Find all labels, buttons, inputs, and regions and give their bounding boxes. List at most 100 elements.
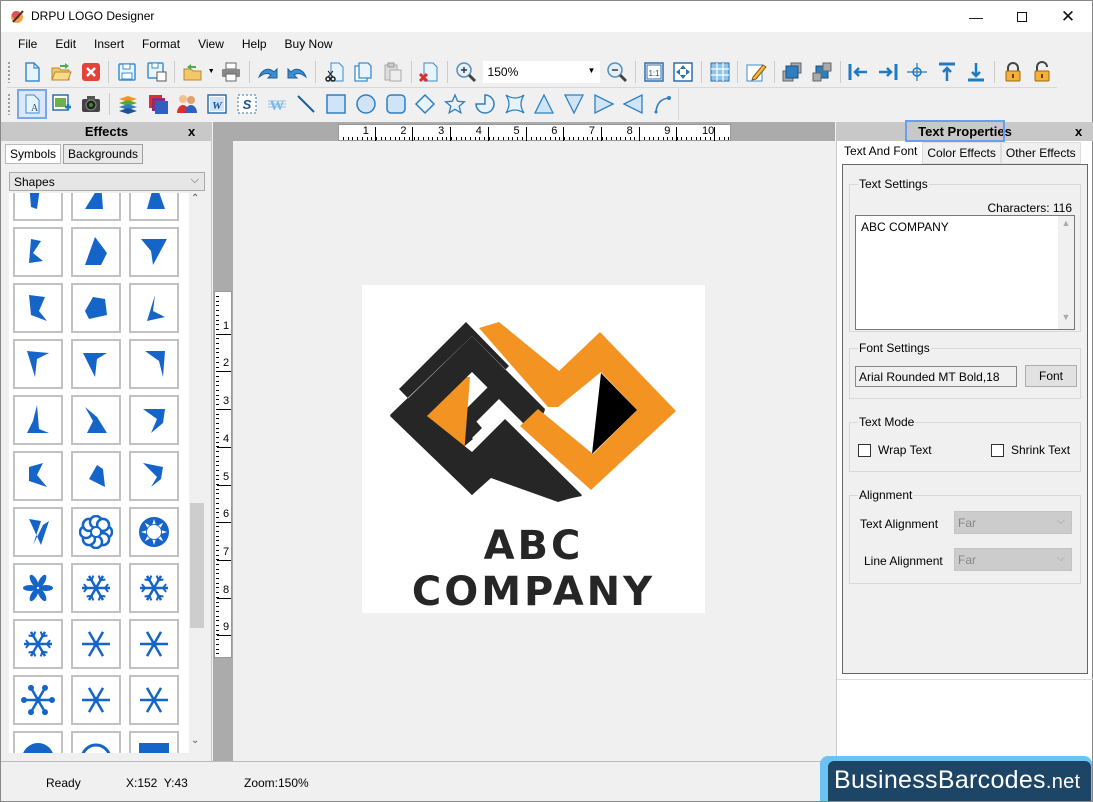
symbol-item-shape-14[interactable] xyxy=(71,395,121,445)
symbol-item-snowflake-1[interactable] xyxy=(13,563,63,613)
zoom-in-button[interactable] xyxy=(453,59,478,85)
symbol-item-shape-5[interactable] xyxy=(71,227,121,277)
export-dropdown-icon[interactable]: ▼ xyxy=(208,68,215,75)
symbol-item-sun-ring[interactable] xyxy=(129,507,179,557)
menu-insert[interactable]: Insert xyxy=(85,37,133,51)
close-document-button[interactable] xyxy=(78,59,103,85)
maximize-button[interactable] xyxy=(999,1,1045,32)
close-text-properties-icon[interactable]: x xyxy=(1075,122,1082,141)
checkbox-icon[interactable] xyxy=(991,443,1004,457)
send-to-back-button[interactable] xyxy=(809,59,834,85)
pie-tool-button[interactable] xyxy=(472,91,498,117)
scroll-up-icon[interactable]: ⌃ xyxy=(191,193,199,204)
camera-button[interactable] xyxy=(78,91,104,117)
export-button[interactable] xyxy=(180,59,205,85)
symbol-item-shape-2[interactable] xyxy=(71,193,121,221)
shrink-text-checkbox[interactable]: Shrink Text xyxy=(991,443,1070,457)
open-button[interactable] xyxy=(48,59,73,85)
zoom-level-select[interactable]: 150% ▼ xyxy=(482,60,601,83)
symbol-item-snowflake-7[interactable] xyxy=(13,675,63,725)
menu-view[interactable]: View xyxy=(189,37,233,51)
symbol-item-snowflake-8[interactable] xyxy=(71,675,121,725)
copy-button[interactable] xyxy=(351,59,376,85)
wrap-text-checkbox[interactable]: Wrap Text xyxy=(858,443,932,457)
symbol-item-shape-10[interactable] xyxy=(13,339,63,389)
triangle-left-tool-button[interactable] xyxy=(621,91,647,117)
symbol-item-shape-8[interactable] xyxy=(71,283,121,333)
zoom-out-button[interactable] xyxy=(604,59,629,85)
symbol-item-square[interactable] xyxy=(129,731,179,753)
symbol-item-shape-7[interactable] xyxy=(13,283,63,333)
undo-button[interactable] xyxy=(255,59,280,85)
delete-button[interactable] xyxy=(417,59,442,85)
menu-help[interactable]: Help xyxy=(233,37,276,51)
edit-properties-button[interactable] xyxy=(743,59,768,85)
print-button[interactable] xyxy=(219,59,244,85)
rounded-rectangle-tool-button[interactable] xyxy=(383,91,409,117)
paste-button[interactable] xyxy=(380,59,405,85)
align-top-button[interactable] xyxy=(934,59,959,85)
tab-text-and-font[interactable]: Text And Font xyxy=(839,142,923,164)
fit-window-button[interactable] xyxy=(670,59,695,85)
redo-button[interactable] xyxy=(285,59,310,85)
clipart-button[interactable] xyxy=(175,91,201,117)
symbol-item-shape-16[interactable] xyxy=(13,451,63,501)
signature-button[interactable]: S xyxy=(234,91,260,117)
menu-edit[interactable]: Edit xyxy=(46,37,85,51)
font-button[interactable]: Font xyxy=(1025,365,1077,387)
menu-file[interactable]: File xyxy=(9,37,46,51)
diamond-tool-button[interactable] xyxy=(412,91,438,117)
triangle-down-tool-button[interactable] xyxy=(561,91,587,117)
save-button[interactable] xyxy=(114,59,139,85)
align-bottom-button[interactable] xyxy=(964,59,989,85)
tab-backgrounds[interactable]: Backgrounds xyxy=(63,144,144,164)
symbol-item-shape-15[interactable] xyxy=(129,395,179,445)
bring-to-front-button[interactable] xyxy=(780,59,805,85)
symbol-item-shape-1[interactable] xyxy=(13,193,63,221)
toolbar-grip[interactable] xyxy=(7,60,11,83)
tab-color-effects[interactable]: Color Effects xyxy=(922,142,1001,164)
symbol-item-shape-3[interactable] xyxy=(129,193,179,221)
symbol-item-flower[interactable] xyxy=(71,507,121,557)
watermark-button[interactable]: W xyxy=(264,91,290,117)
symbol-item-circle[interactable] xyxy=(13,731,63,753)
lock-button[interactable] xyxy=(1000,59,1025,85)
logo-company-text[interactable]: ABC COMPANY xyxy=(362,523,705,615)
save-as-button[interactable] xyxy=(144,59,169,85)
triangle-up-tool-button[interactable] xyxy=(531,91,557,117)
triangle-right-tool-button[interactable] xyxy=(591,91,617,117)
symbol-item-snowflake-2[interactable] xyxy=(71,563,121,613)
text-tool-button[interactable]: A xyxy=(16,89,47,119)
text-content-input[interactable]: ABC COMPANY ▲ ▼ xyxy=(855,215,1075,330)
symbol-category-select[interactable]: Shapes ⌵ xyxy=(9,172,205,191)
align-left-button[interactable] xyxy=(846,59,871,85)
effects-panel-header[interactable]: Effects xyxy=(1,122,212,141)
ellipse-tool-button[interactable] xyxy=(353,91,379,117)
checkbox-icon[interactable] xyxy=(858,443,871,457)
concave-star-tool-button[interactable] xyxy=(502,91,528,117)
symbol-item-shape-19[interactable] xyxy=(13,507,63,557)
tab-symbols[interactable]: Symbols xyxy=(5,144,62,164)
star-tool-button[interactable] xyxy=(442,91,468,117)
close-effects-panel-icon[interactable]: x xyxy=(188,122,195,141)
text-content-scrollbar[interactable]: ▲ ▼ xyxy=(1058,216,1074,329)
scroll-up-icon[interactable]: ▲ xyxy=(1058,218,1074,228)
scroll-down-icon[interactable]: ⌄ xyxy=(191,735,199,746)
insert-image-button[interactable] xyxy=(49,91,75,117)
font-name-field[interactable]: Arial Rounded MT Bold,18 xyxy=(855,366,1017,387)
symbol-item-shape-4[interactable] xyxy=(13,227,63,277)
grid-button[interactable] xyxy=(707,59,732,85)
symbol-item-shape-11[interactable] xyxy=(71,339,121,389)
cut-button[interactable] xyxy=(321,59,346,85)
menu-format[interactable]: Format xyxy=(133,37,189,51)
word-art-button[interactable]: W xyxy=(204,91,230,117)
logo-design-canvas[interactable]: ABC COMPANY xyxy=(362,285,705,615)
arc-tool-button[interactable] xyxy=(650,91,676,117)
logo-dark-outer[interactable] xyxy=(390,336,582,501)
line-alignment-select[interactable]: Far ⌵ xyxy=(954,548,1072,571)
align-right-button[interactable] xyxy=(875,59,900,85)
symbol-item-snowflake-4[interactable] xyxy=(13,619,63,669)
new-button[interactable] xyxy=(19,59,44,85)
rectangle-tool-button[interactable] xyxy=(323,91,349,117)
logo-graphic[interactable] xyxy=(362,285,705,515)
